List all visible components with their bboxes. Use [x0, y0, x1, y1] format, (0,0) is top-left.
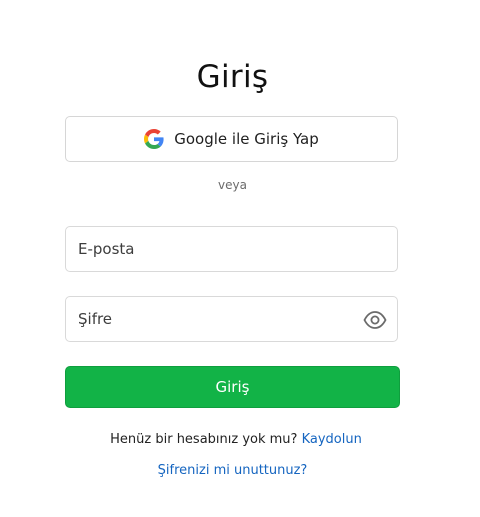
- login-button[interactable]: Giriş: [65, 366, 400, 408]
- email-field-wrapper: [65, 226, 398, 272]
- signup-link[interactable]: Kaydolun: [302, 432, 362, 447]
- google-icon: [144, 129, 164, 149]
- password-field[interactable]: [66, 297, 397, 341]
- divider-text: veya: [218, 178, 247, 192]
- signup-prompt-line: Henüz bir hesabınız yok mu? Kaydolun: [0, 432, 472, 447]
- eye-icon[interactable]: [363, 309, 387, 331]
- page-title: Giriş: [196, 58, 269, 95]
- forgot-password-link[interactable]: Şifrenizi mi unuttunuz?: [158, 463, 308, 478]
- google-login-button[interactable]: Google ile Giriş Yap: [65, 116, 398, 162]
- email-field[interactable]: [66, 227, 397, 271]
- forgot-password-line: Şifrenizi mi unuttunuz?: [0, 463, 465, 478]
- password-field-wrapper: [65, 296, 398, 342]
- google-login-label: Google ile Giriş Yap: [174, 130, 319, 148]
- signup-prompt: Henüz bir hesabınız yok mu?: [110, 432, 298, 447]
